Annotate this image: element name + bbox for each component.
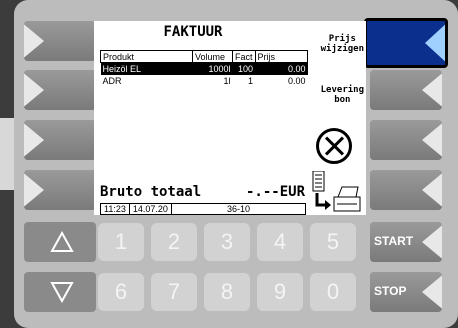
display-screen: FAKTUUR Produkt Volume Fact Prijs Heizöl… — [94, 21, 366, 215]
cell-price: 0.00 — [287, 75, 306, 86]
col-header: Produkt — [100, 50, 193, 63]
label-line: Levering — [320, 85, 364, 95]
col-header: Fact — [232, 50, 256, 63]
left-softkey-4[interactable] — [24, 170, 96, 210]
status-time: 11:23 — [101, 204, 130, 214]
stop-button[interactable]: STOP — [370, 272, 442, 312]
triangle-down-icon — [50, 282, 74, 303]
label-line: wijzigen — [320, 44, 364, 54]
cell-price: 0.00 — [255, 62, 308, 75]
triangle-up-icon — [50, 231, 74, 252]
cancel-icon — [316, 128, 352, 164]
key-4[interactable]: 4 — [257, 223, 303, 261]
cell-volume: 1000l — [192, 62, 233, 75]
col-header: Volume — [192, 50, 233, 63]
status-code: 36-10 — [226, 204, 250, 214]
right-softkey-2[interactable] — [370, 70, 442, 110]
right-softkey-3[interactable] — [370, 120, 442, 160]
col-header: Prijs — [254, 50, 309, 63]
key-8[interactable]: 8 — [204, 273, 250, 311]
key-7[interactable]: 7 — [151, 273, 197, 311]
left-softkey-3[interactable] — [24, 120, 96, 160]
key-3[interactable]: 3 — [204, 223, 250, 261]
table-header: Produkt Volume Fact Prijs — [100, 50, 309, 63]
key-9[interactable]: 9 — [257, 273, 303, 311]
product-table: Produkt Volume Fact Prijs Heizöl EL 1000… — [100, 50, 309, 87]
cell-volume: 1l — [223, 75, 231, 86]
cell-fact: 100 — [232, 62, 256, 75]
cell-product: Heizöl EL — [100, 62, 193, 75]
status-bar: 11:23 14.07.20 36-10 — [100, 203, 306, 215]
right-softkey-1[interactable] — [364, 18, 448, 68]
side-strip — [0, 118, 14, 190]
up-button[interactable] — [24, 222, 96, 262]
cell-product: ADR — [102, 75, 122, 86]
table-row[interactable]: ADR 1l 1 0.00 — [101, 75, 308, 87]
gross-total-label: Bruto totaal — [100, 184, 202, 200]
key-1[interactable]: 1 — [98, 223, 144, 261]
status-date: 14.07.20 — [130, 204, 172, 214]
softkey-label-change-price: Prijs wijzigen — [321, 34, 364, 54]
left-softkey-2[interactable] — [24, 70, 96, 110]
softkey-label-delivery-note: Levering bon — [321, 85, 364, 105]
key-5[interactable]: 5 — [310, 223, 356, 261]
label-line: bon — [334, 95, 351, 105]
gross-total-value: -.--EUR — [246, 184, 306, 200]
start-button[interactable]: START — [370, 222, 442, 262]
cell-fact: 1 — [248, 75, 254, 86]
key-2[interactable]: 2 — [151, 223, 197, 261]
print-icon — [312, 171, 361, 212]
left-softkey-1[interactable] — [24, 21, 96, 61]
start-label: START — [374, 234, 414, 248]
stop-label: STOP — [374, 284, 407, 298]
right-softkey-4[interactable] — [370, 170, 442, 210]
down-button[interactable] — [24, 272, 96, 312]
key-6[interactable]: 6 — [98, 273, 144, 311]
page-title: FAKTUUR — [163, 24, 223, 40]
key-0[interactable]: 0 — [310, 273, 356, 311]
label-line: Prijs — [328, 34, 356, 44]
table-row[interactable]: Heizöl EL 1000l 100 0.00 — [100, 62, 308, 75]
